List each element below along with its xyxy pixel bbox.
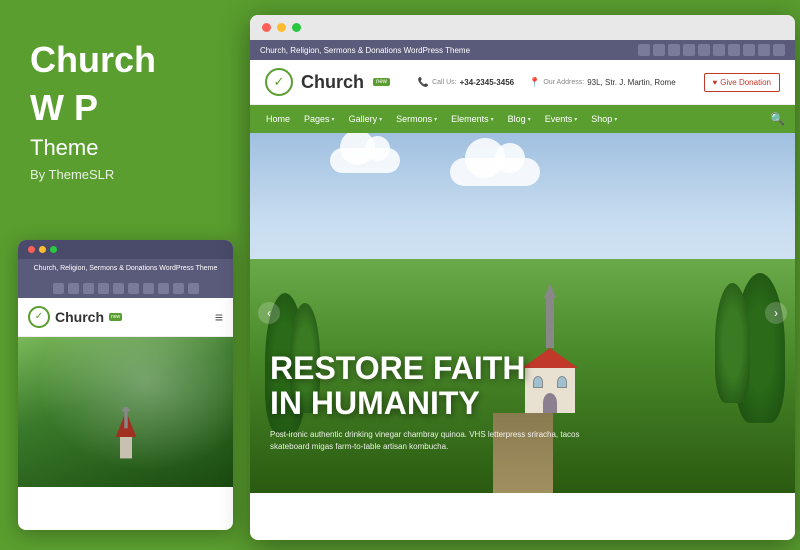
browser-yt-icon[interactable] [683, 44, 695, 56]
mobile-gp-icon[interactable] [83, 283, 94, 294]
location-icon: 📍 [529, 77, 540, 88]
mobile-yt-icon[interactable] [98, 283, 109, 294]
browser-hero: ‹ › RESTORE FAITH IN HUMANITY Post-ironi… [250, 133, 795, 493]
mobile-chrome-bar [18, 240, 233, 259]
browser-phone: 📞 Call Us: +34-2345-3456 [418, 77, 514, 88]
browser-address: 📍 Our Address: 93L, Str. J. Martin, Rome [529, 77, 676, 88]
browser-tw-icon[interactable] [653, 44, 665, 56]
mobile-logo-badge: new [109, 313, 122, 321]
cloud-2 [450, 158, 540, 186]
browser-mockup: Church, Religion, Sermons & Donations Wo… [250, 15, 795, 540]
mobile-tw-icon[interactable] [68, 283, 79, 294]
title-line1: Church [30, 40, 220, 80]
donate-button[interactable]: ♥ Give Donation [704, 73, 780, 92]
mobile-tagline: Church, Religion, Sermons & Donations Wo… [18, 259, 233, 279]
browser-dot-red [262, 23, 271, 32]
mobile-social-bar [18, 279, 233, 298]
slider-prev-button[interactable]: ‹ [258, 302, 280, 324]
donate-label: Give Donation [720, 78, 771, 87]
browser-dot-green [292, 23, 301, 32]
hero-title: RESTORE FAITH IN HUMANITY [270, 351, 775, 421]
browser-contact-info: 📞 Call Us: +34-2345-3456 📍 Our Address: … [418, 77, 676, 88]
browser-navigation: Home Pages ▾ Gallery ▾ Sermons ▾ Element… [250, 105, 795, 133]
browser-logo-text: Church [301, 72, 364, 93]
gallery-arrow: ▾ [379, 116, 382, 123]
nav-item-elements[interactable]: Elements ▾ [445, 105, 500, 133]
left-panel: Church W P Theme By ThemeSLR Church, Rel… [0, 0, 250, 550]
mobile-sk-icon[interactable] [158, 283, 169, 294]
browser-logo-icon: ✓ [265, 68, 293, 96]
browser-sk-icon[interactable] [743, 44, 755, 56]
browser-tagline: Church, Religion, Sermons & Donations Wo… [260, 46, 470, 55]
browser-rss-icon[interactable] [773, 44, 785, 56]
browser-social-icons [638, 44, 785, 56]
phone-icon: 📞 [418, 77, 429, 88]
pages-arrow: ▾ [332, 116, 335, 123]
mobile-header: ✓ Church new ≡ [18, 298, 233, 337]
browser-fb-icon[interactable] [638, 44, 650, 56]
browser-tu-icon[interactable] [758, 44, 770, 56]
mobile-pin-icon[interactable] [113, 283, 124, 294]
browser-chrome-bar [250, 15, 795, 40]
hero-title-line2: IN HUMANITY [270, 386, 775, 421]
theme-subtitle: Theme [30, 135, 220, 161]
nav-item-shop[interactable]: Shop ▾ [585, 105, 623, 133]
heart-icon: ♥ [713, 78, 718, 87]
cloud-1 [330, 148, 400, 173]
browser-li-icon[interactable] [713, 44, 725, 56]
address-label: Our Address: [543, 79, 584, 86]
nav-item-sermons[interactable]: Sermons ▾ [390, 105, 443, 133]
title-line2: W P [30, 88, 220, 128]
shop-arrow: ▾ [614, 116, 617, 123]
blog-arrow: ▾ [528, 116, 531, 123]
nav-item-gallery[interactable]: Gallery ▾ [343, 105, 389, 133]
browser-pin-icon[interactable] [698, 44, 710, 56]
browser-gp-icon[interactable] [668, 44, 680, 56]
mobile-fb-icon[interactable] [53, 283, 64, 294]
browser-in-icon[interactable] [728, 44, 740, 56]
hero-description: Post-ironic authentic drinking vinegar c… [270, 429, 590, 453]
nav-item-blog[interactable]: Blog ▾ [502, 105, 537, 133]
mobile-dot-red [28, 246, 35, 253]
mobile-hamburger-button[interactable]: ≡ [215, 309, 223, 325]
address-value: 93L, Str. J. Martin, Rome [587, 78, 675, 87]
mobile-church-silhouette [111, 407, 141, 467]
browser-top-bar: Church, Religion, Sermons & Donations Wo… [250, 40, 795, 60]
sermons-arrow: ▾ [434, 116, 437, 123]
nav-item-home[interactable]: Home [260, 105, 296, 133]
church-steeple [546, 298, 554, 348]
slider-next-button[interactable]: › [765, 302, 787, 324]
nav-items: Home Pages ▾ Gallery ▾ Sermons ▾ Element… [260, 105, 623, 133]
search-icon[interactable]: 🔍 [770, 112, 785, 126]
mobile-dot-yellow [39, 246, 46, 253]
browser-logo: ✓ Church new [265, 68, 390, 96]
mobile-li-icon[interactable] [128, 283, 139, 294]
events-arrow: ▾ [574, 116, 577, 123]
hero-title-line1: RESTORE FAITH [270, 351, 775, 386]
browser-logo-badge: new [373, 78, 390, 86]
nav-item-events[interactable]: Events ▾ [539, 105, 584, 133]
mobile-tu-icon[interactable] [173, 283, 184, 294]
theme-title: Church W P [30, 40, 220, 127]
browser-dot-yellow [277, 23, 286, 32]
mobile-rss-icon[interactable] [188, 283, 199, 294]
mobile-in-icon[interactable] [143, 283, 154, 294]
phone-label: Call Us: [432, 79, 457, 86]
mobile-logo-icon: ✓ [28, 306, 50, 328]
theme-author: By ThemeSLR [30, 167, 220, 182]
phone-value: +34-2345-3456 [460, 78, 515, 87]
hero-text-overlay: RESTORE FAITH IN HUMANITY Post-ironic au… [270, 351, 775, 453]
mobile-logo-text: Church [55, 309, 104, 325]
mobile-mockup: Church, Religion, Sermons & Donations Wo… [18, 240, 233, 530]
mobile-hero [18, 337, 233, 487]
nav-item-pages[interactable]: Pages ▾ [298, 105, 341, 133]
browser-header: ✓ Church new 📞 Call Us: +34-2345-3456 📍 … [250, 60, 795, 105]
elements-arrow: ▾ [491, 116, 494, 123]
mobile-logo: ✓ Church new [28, 306, 122, 328]
mobile-dot-green [50, 246, 57, 253]
